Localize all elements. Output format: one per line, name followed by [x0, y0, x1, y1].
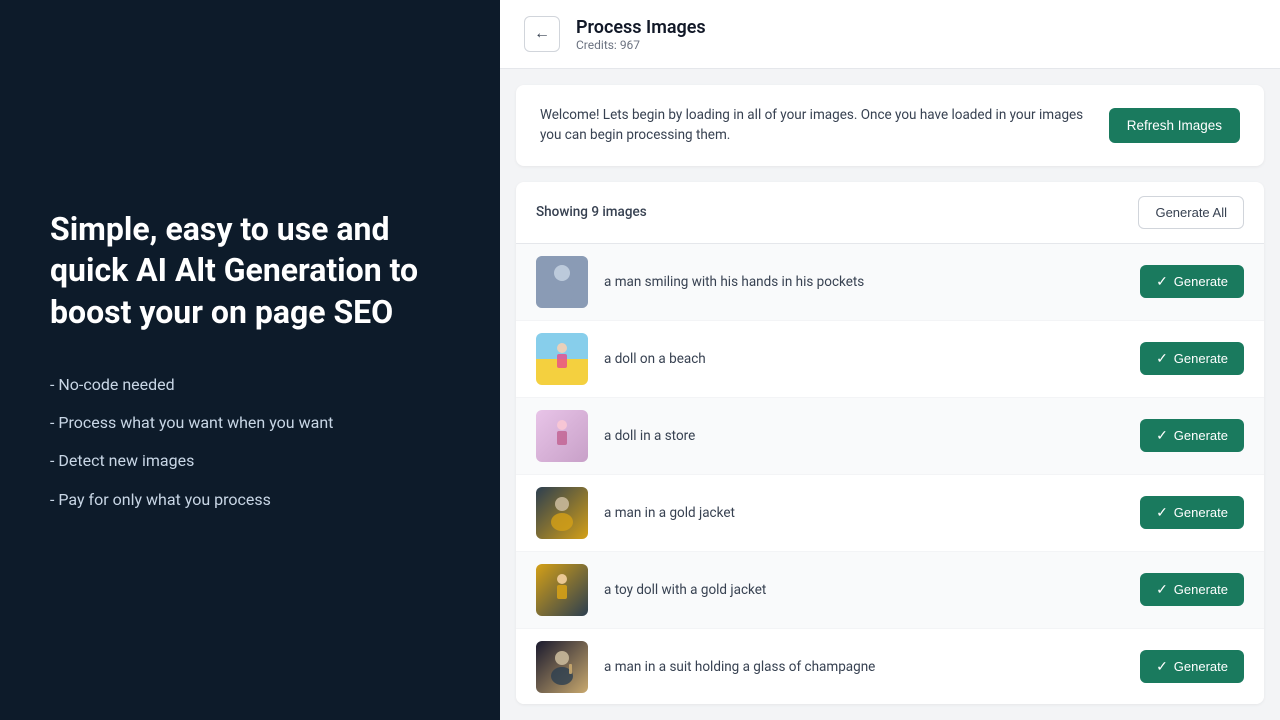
table-row: a man in a suit holding a glass of champ…	[516, 629, 1264, 705]
left-panel: Simple, easy to use and quick AI Alt Gen…	[0, 0, 500, 720]
hero-title: Simple, easy to use and quick AI Alt Gen…	[50, 209, 450, 334]
back-button[interactable]: ←	[524, 16, 560, 52]
credits-label: Credits: 967	[576, 38, 706, 52]
feature-item-2: - Process what you want when you want	[50, 412, 450, 434]
page-header: ← Process Images Credits: 967	[500, 0, 1280, 69]
thumb-inner	[536, 487, 588, 539]
generate-icon: ✓	[1156, 350, 1168, 367]
images-list: a man smiling with his hands in his pock…	[516, 244, 1264, 705]
image-thumbnail	[536, 487, 588, 539]
image-thumbnail	[536, 256, 588, 308]
feature-item-4: - Pay for only what you process	[50, 489, 450, 511]
features-list: - No-code needed - Process what you want…	[50, 374, 450, 512]
table-row: a doll in a store ✓ Generate	[516, 398, 1264, 475]
generate-button[interactable]: ✓ Generate	[1140, 419, 1244, 452]
page-title-group: Process Images Credits: 967	[576, 17, 706, 52]
page-title: Process Images	[576, 17, 706, 38]
thumb-inner	[536, 564, 588, 616]
generate-button[interactable]: ✓ Generate	[1140, 496, 1244, 529]
image-alt-text: a toy doll with a gold jacket	[604, 582, 1124, 598]
generate-label: Generate	[1174, 659, 1228, 674]
refresh-images-button[interactable]: Refresh Images	[1109, 108, 1240, 143]
table-row: a man in a gold jacket ✓ Generate	[516, 475, 1264, 552]
generate-button[interactable]: ✓ Generate	[1140, 265, 1244, 298]
images-section: Showing 9 images Generate All a man smil…	[516, 182, 1264, 705]
table-row: a doll on a beach ✓ Generate	[516, 321, 1264, 398]
images-count: Showing 9 images	[536, 204, 647, 220]
right-panel: ← Process Images Credits: 967 Welcome! L…	[500, 0, 1280, 720]
thumb-inner	[536, 641, 588, 693]
table-row: a toy doll with a gold jacket ✓ Generate	[516, 552, 1264, 629]
image-thumbnail	[536, 564, 588, 616]
thumb-inner	[536, 256, 588, 308]
generate-button[interactable]: ✓ Generate	[1140, 650, 1244, 683]
generate-icon: ✓	[1156, 273, 1168, 290]
generate-label: Generate	[1174, 582, 1228, 597]
image-alt-text: a man smiling with his hands in his pock…	[604, 274, 1124, 290]
image-alt-text: a man in a gold jacket	[604, 505, 1124, 521]
table-row: a man smiling with his hands in his pock…	[516, 244, 1264, 321]
image-alt-text: a doll on a beach	[604, 351, 1124, 367]
welcome-text: Welcome! Lets begin by loading in all of…	[540, 105, 1089, 146]
generate-label: Generate	[1174, 351, 1228, 366]
generate-label: Generate	[1174, 428, 1228, 443]
generate-icon: ✓	[1156, 658, 1168, 675]
generate-icon: ✓	[1156, 427, 1168, 444]
image-thumbnail	[536, 333, 588, 385]
image-alt-text: a man in a suit holding a glass of champ…	[604, 659, 1124, 675]
generate-button[interactable]: ✓ Generate	[1140, 573, 1244, 606]
generate-icon: ✓	[1156, 581, 1168, 598]
images-toolbar: Showing 9 images Generate All	[516, 182, 1264, 244]
image-alt-text: a doll in a store	[604, 428, 1124, 444]
generate-icon: ✓	[1156, 504, 1168, 521]
generate-label: Generate	[1174, 505, 1228, 520]
generate-button[interactable]: ✓ Generate	[1140, 342, 1244, 375]
generate-all-button[interactable]: Generate All	[1138, 196, 1244, 229]
image-thumbnail	[536, 410, 588, 462]
generate-label: Generate	[1174, 274, 1228, 289]
welcome-banner: Welcome! Lets begin by loading in all of…	[516, 85, 1264, 166]
feature-item-1: - No-code needed	[50, 374, 450, 396]
feature-item-3: - Detect new images	[50, 450, 450, 472]
image-thumbnail	[536, 641, 588, 693]
back-arrow-icon: ←	[534, 25, 550, 43]
thumb-inner	[536, 333, 588, 385]
thumb-inner	[536, 410, 588, 462]
